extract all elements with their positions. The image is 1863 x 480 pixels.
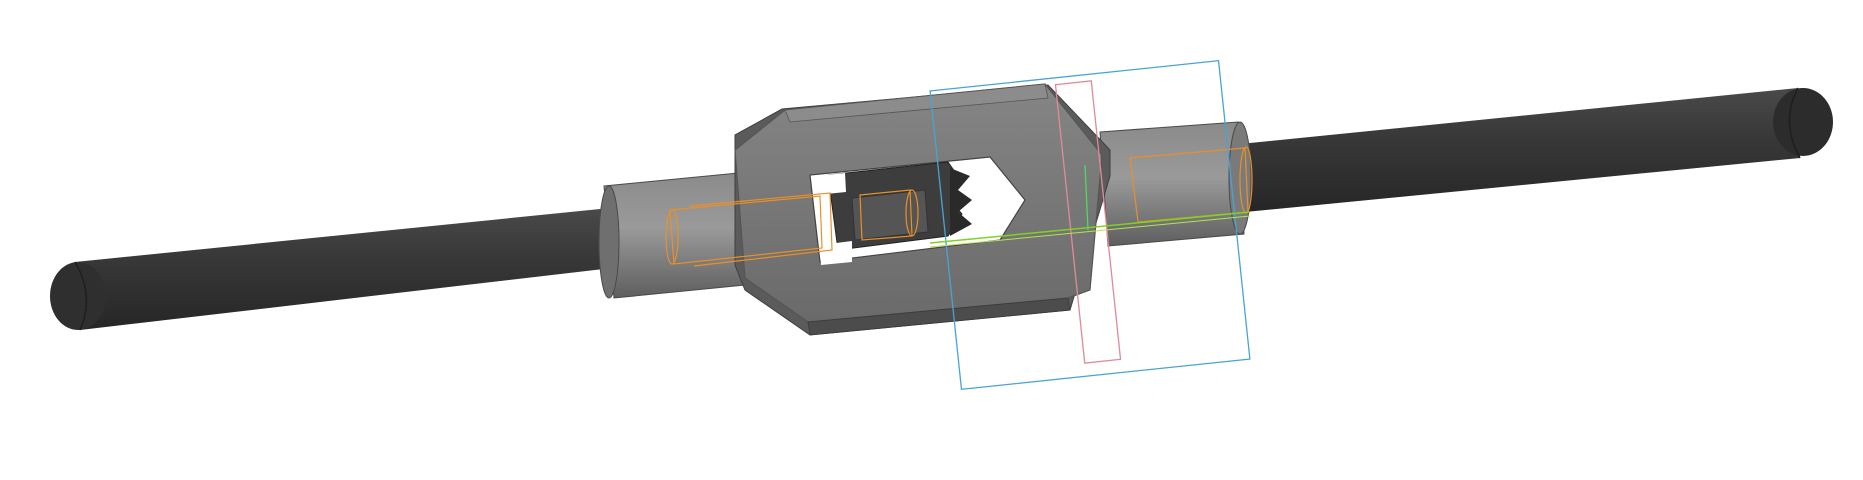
jaw-slot-upper	[815, 173, 846, 195]
right-handle-shaft	[1240, 88, 1800, 212]
right-handle-end-cap	[1773, 88, 1833, 156]
left-handle[interactable]	[50, 208, 612, 331]
jaw-slot-lower	[820, 241, 852, 265]
left-boss-end-face	[598, 185, 620, 299]
model-view[interactable]	[0, 0, 1863, 480]
left-handle-end-cap	[50, 262, 106, 330]
left-handle-shaft	[75, 208, 612, 330]
right-boss[interactable]	[1099, 121, 1252, 247]
cad-viewport[interactable]	[0, 0, 1863, 480]
right-boss-body	[1099, 121, 1245, 247]
right-handle[interactable]	[1240, 87, 1833, 212]
